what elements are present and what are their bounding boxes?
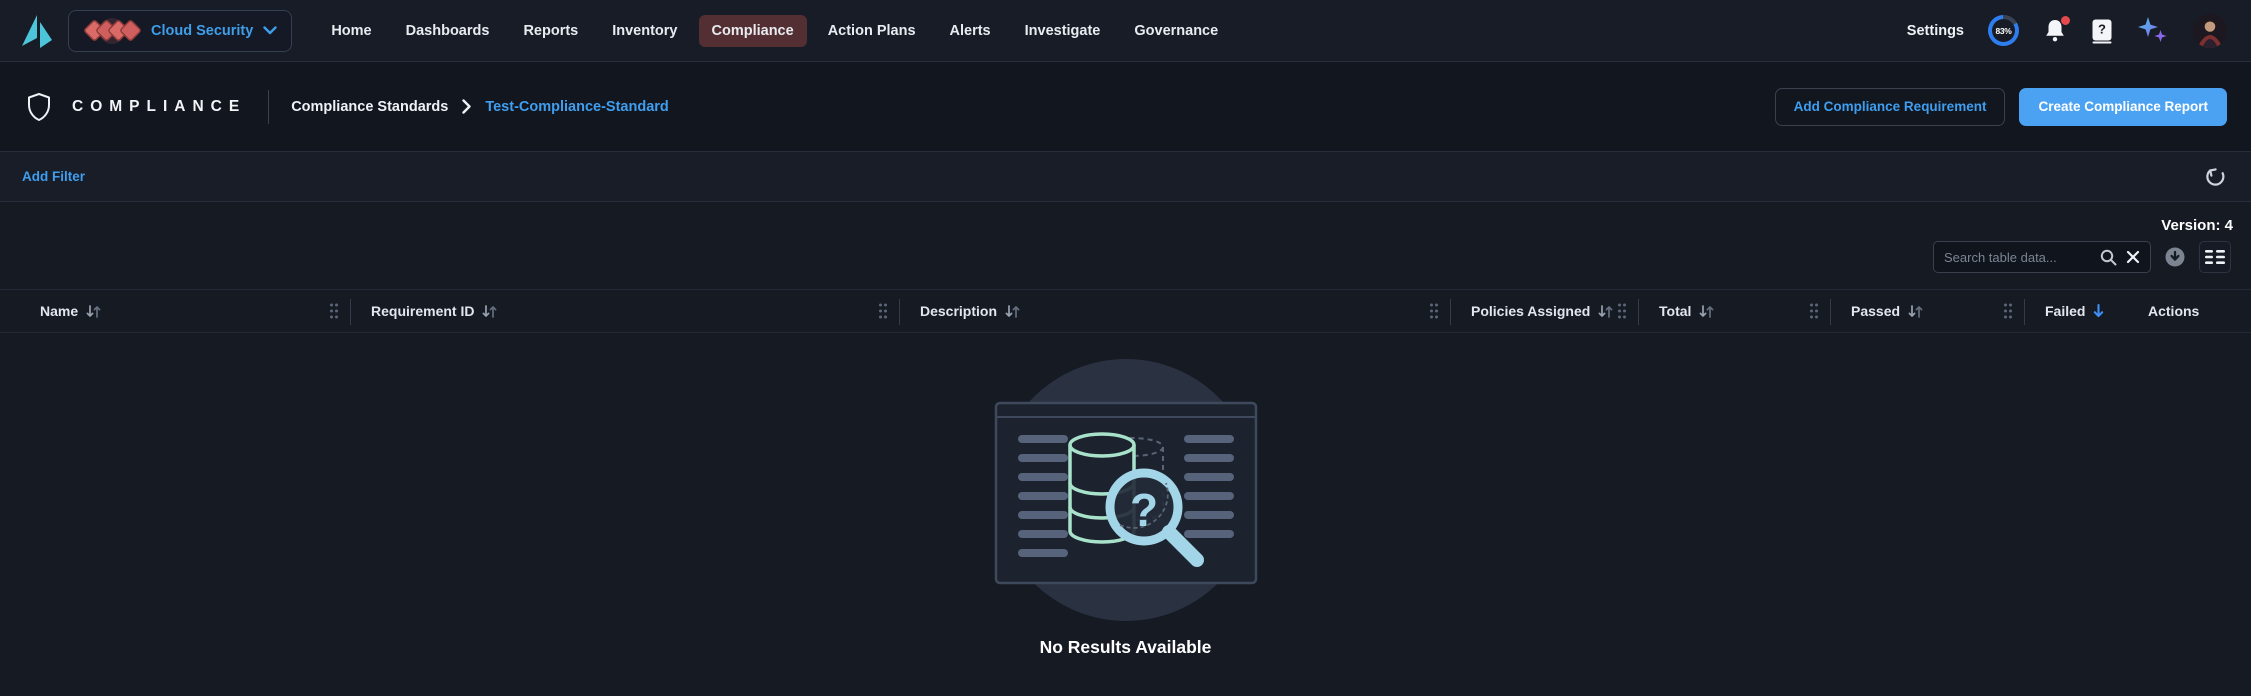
clear-search-icon[interactable] [2126,250,2140,264]
top-nav: Cloud Security Home Dashboards Reports I… [0,0,2251,62]
column-label[interactable]: Passed [1851,303,1900,319]
nav-item-action-plans[interactable]: Action Plans [815,15,929,47]
nav-item-compliance[interactable]: Compliance [699,15,807,47]
column-drag-handle-icon[interactable] [878,303,888,319]
add-compliance-requirement-button[interactable]: Add Compliance Requirement [1775,88,2006,126]
column-label[interactable]: Requirement ID [371,303,474,319]
notification-unread-dot [2061,16,2070,25]
sort-both-icon[interactable] [1907,304,1924,319]
product-switcher-dropdown[interactable]: Cloud Security [68,10,292,52]
table-toolbar [0,241,2251,273]
main-content: Version: 4 [0,202,2251,693]
notifications-button[interactable] [2043,18,2067,44]
table-header-row: Name Requirement ID Description [0,289,2251,333]
version-label: Version: 4 [2161,217,2233,234]
reset-filters-icon[interactable] [2203,165,2227,189]
chevron-right-icon [462,99,471,114]
nav-item-alerts[interactable]: Alerts [937,15,1004,47]
sort-desc-active-icon[interactable] [2092,303,2105,319]
shield-icon [26,92,52,122]
column-label[interactable]: Description [920,303,997,319]
nav-item-investigate[interactable]: Investigate [1012,15,1114,47]
nav-item-inventory[interactable]: Inventory [599,15,690,47]
product-switcher-label: Cloud Security [151,23,253,39]
column-drag-handle-icon[interactable] [1617,303,1627,319]
add-filter-link[interactable]: Add Filter [22,169,85,184]
breadcrumb: Compliance Standards Test-Compliance-Sta… [291,99,669,115]
download-button[interactable] [2159,241,2191,273]
svg-text:?: ? [1129,484,1157,536]
columns-icon [2204,248,2226,266]
nav-item-dashboards[interactable]: Dashboards [393,15,503,47]
nav-item-reports[interactable]: Reports [510,15,591,47]
product-diamonds-icon [83,18,141,44]
settings-link[interactable]: Settings [1907,23,1964,39]
user-avatar[interactable] [2193,14,2227,48]
filter-bar: Add Filter [0,152,2251,202]
create-compliance-report-button[interactable]: Create Compliance Report [2019,88,2227,126]
sort-both-icon[interactable] [85,304,102,319]
column-label: Actions [2148,303,2199,319]
empty-state-message: No Results Available [1040,637,1212,658]
column-drag-handle-icon[interactable] [2003,303,2013,319]
help-book-icon: ? [2091,18,2113,44]
sort-both-icon[interactable] [1004,304,1021,319]
column-header-total: Total [1639,290,1831,332]
chevron-down-icon [263,26,277,35]
page-title: COMPLIANCE [72,98,246,116]
brand-logo-icon[interactable] [18,13,54,49]
help-button[interactable]: ? [2091,18,2113,44]
search-input[interactable] [1944,250,2091,265]
nav-item-governance[interactable]: Governance [1121,15,1231,47]
column-header-description: Description [900,290,1451,332]
column-drag-handle-icon[interactable] [1429,303,1439,319]
table-search [1933,241,2151,273]
column-header-passed: Passed [1831,290,2025,332]
column-settings-button[interactable] [2199,241,2231,273]
sort-both-icon[interactable] [481,304,498,319]
divider [268,90,269,124]
profile-completion-value: 83% [1995,26,2011,36]
module-header: COMPLIANCE Compliance Standards Test-Com… [0,62,2251,152]
sort-both-icon[interactable] [1698,304,1715,319]
column-header-failed: Failed [2025,290,2128,332]
column-drag-handle-icon[interactable] [329,303,339,319]
breadcrumb-current: Test-Compliance-Standard [485,99,668,115]
profile-completion-badge[interactable]: 83% [1988,15,2019,46]
column-header-requirement-id: Requirement ID [351,290,900,332]
column-label[interactable]: Name [40,303,78,319]
column-header-actions: Actions [2128,290,2251,332]
svg-text:?: ? [2098,21,2106,36]
empty-state: ? No Results Available [0,359,2251,658]
breadcrumb-parent[interactable]: Compliance Standards [291,99,448,115]
main-nav: Home Dashboards Reports Inventory Compli… [318,15,1231,47]
column-label[interactable]: Policies Assigned [1471,303,1590,319]
nav-item-home[interactable]: Home [318,15,384,47]
sparkles-icon [2137,16,2169,46]
download-icon [2163,245,2187,269]
avatar-image [2193,14,2227,48]
sort-both-icon[interactable] [1597,304,1614,319]
no-results-illustration: ? [994,359,1258,623]
column-header-name: Name [0,290,351,332]
search-icon[interactable] [2100,249,2117,266]
column-drag-handle-icon[interactable] [1809,303,1819,319]
ai-assistant-button[interactable] [2137,16,2169,46]
column-label[interactable]: Failed [2045,303,2085,319]
column-label[interactable]: Total [1659,303,1691,319]
column-header-policies-assigned: Policies Assigned [1451,290,1639,332]
